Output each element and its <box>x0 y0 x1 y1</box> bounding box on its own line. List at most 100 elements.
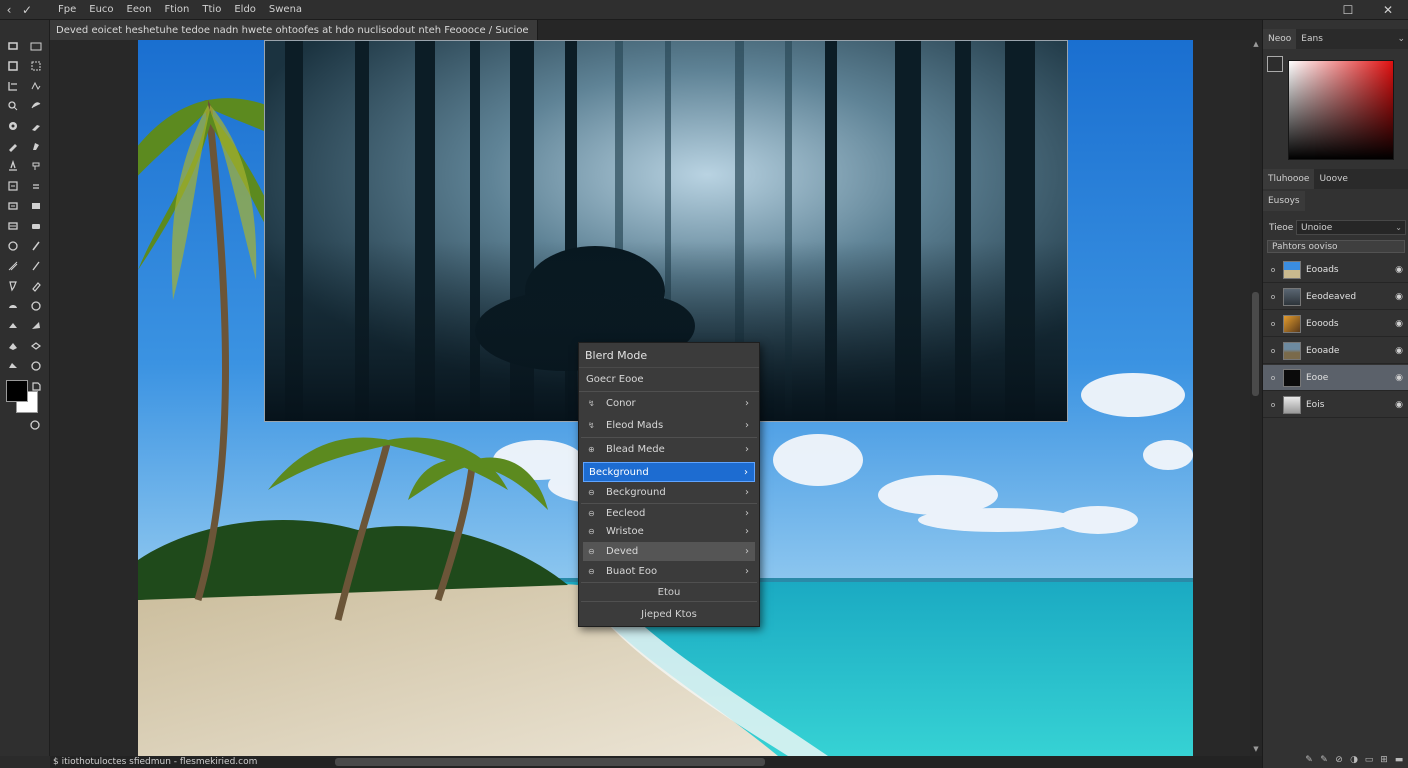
current-color-swatch[interactable] <box>1267 56 1283 72</box>
context-item-8[interactable]: ⊖ Deved › <box>583 542 755 561</box>
context-item-7[interactable]: ⊖ Wristoe › <box>583 522 755 541</box>
link-icon[interactable]: ✎ <box>1304 755 1314 765</box>
layer-visibility-dot-icon[interactable]: o <box>1266 347 1280 355</box>
eye-icon[interactable]: ◉ <box>1395 373 1403 383</box>
context-item-background-selected[interactable]: Beckground › <box>583 462 755 482</box>
context-item-2[interactable]: ↯ Eleod Mads › <box>583 416 755 435</box>
menu-item-image[interactable]: Eeon <box>127 4 152 15</box>
menu-item-filter[interactable]: Swena <box>269 4 302 15</box>
horizontal-scroll-thumb[interactable] <box>335 758 765 766</box>
back-icon[interactable]: ‹ <box>0 0 18 20</box>
blend-mode-select[interactable]: Unoioe ⌄ <box>1296 220 1406 235</box>
pen-tool-icon[interactable] <box>5 279 21 293</box>
layer-visibility-dot-icon[interactable]: o <box>1266 401 1280 409</box>
gradient-tool-icon[interactable] <box>5 219 21 233</box>
blur-tool-icon[interactable] <box>5 239 21 253</box>
document-tab[interactable]: Deved eoicet heshetuhe tedoe nadn hwete … <box>50 20 538 40</box>
eraser-tool-icon[interactable] <box>5 199 21 213</box>
eye-icon[interactable]: ◉ <box>1395 319 1403 329</box>
brush-tool-icon[interactable] <box>5 139 21 153</box>
vertical-scrollbar[interactable]: ▲ ▼ <box>1250 40 1262 756</box>
menu-item-layer[interactable]: Ftion <box>164 4 189 15</box>
menu-item-type[interactable]: Ttio <box>202 4 221 15</box>
eye-icon[interactable]: ◉ <box>1395 265 1403 275</box>
move-tool-icon[interactable] <box>5 39 21 53</box>
type-tool-icon[interactable] <box>5 299 21 313</box>
eye-icon[interactable]: ◉ <box>1395 292 1403 302</box>
eyedropper-tool-icon[interactable] <box>5 99 21 113</box>
background-eraser-tool-icon[interactable] <box>28 199 44 213</box>
tab-color[interactable]: Neoo <box>1263 29 1297 49</box>
eye-icon[interactable]: ◉ <box>1395 346 1403 356</box>
ruler-tool-icon[interactable] <box>28 99 44 113</box>
freeform-pen-tool-icon[interactable] <box>28 279 44 293</box>
pencil-tool-icon[interactable] <box>28 139 44 153</box>
lasso-tool-icon[interactable] <box>28 59 44 73</box>
layer-row[interactable]: o Eeodeaved ◉ <box>1263 284 1408 310</box>
fx-icon[interactable]: ✎ <box>1319 755 1329 765</box>
marquee-tool-icon[interactable] <box>28 39 44 53</box>
panel-menu-icon[interactable]: ⌄ <box>1397 34 1405 44</box>
layer-row[interactable]: o Eooods ◉ <box>1263 311 1408 337</box>
hand-tool-icon[interactable] <box>5 359 21 373</box>
maximize-button[interactable]: ☐ <box>1328 0 1368 20</box>
layer-filter-field[interactable]: Pahtors ooviso <box>1267 240 1405 253</box>
layer-visibility-dot-icon[interactable]: o <box>1266 266 1280 274</box>
layer-visibility-dot-icon[interactable]: o <box>1266 320 1280 328</box>
pattern-stamp-tool-icon[interactable] <box>28 159 44 173</box>
scroll-down-arrow-icon[interactable]: ▼ <box>1250 745 1262 755</box>
close-button[interactable]: ✕ <box>1368 0 1408 20</box>
layer-row-active[interactable]: o Eooe ◉ <box>1263 365 1408 391</box>
context-footer-item-2[interactable]: Jieped Ktos <box>579 605 759 623</box>
layer-row[interactable]: o Eooade ◉ <box>1263 338 1408 364</box>
foreground-color-swatch[interactable] <box>6 380 28 402</box>
history-brush-tool-icon[interactable] <box>5 179 21 193</box>
tab-properties[interactable]: Uoove <box>1314 169 1352 189</box>
burn-tool-icon[interactable] <box>28 259 44 273</box>
zoom-tool-icon[interactable] <box>28 359 44 373</box>
artboard-tool-icon[interactable] <box>5 59 21 73</box>
trash-icon[interactable]: ▬ <box>1394 755 1404 765</box>
vertical-scroll-thumb[interactable] <box>1252 292 1259 396</box>
direct-selection-tool-icon[interactable] <box>28 319 44 333</box>
path-selection-tool-icon[interactable] <box>5 319 21 333</box>
paint-bucket-tool-icon[interactable] <box>28 219 44 233</box>
layer-row[interactable]: o Eois ◉ <box>1263 392 1408 418</box>
context-item-6[interactable]: ⊖ Eecleod › <box>583 504 755 523</box>
layer-row[interactable]: o Eooads ◉ <box>1263 257 1408 283</box>
quick-mask-icon[interactable] <box>28 418 42 432</box>
folder-icon[interactable]: ▭ <box>1364 755 1374 765</box>
menu-item-edit[interactable]: Euco <box>89 4 113 15</box>
context-item-3[interactable]: ⊕ Blead Mede › <box>583 440 755 459</box>
shape-tool-icon[interactable] <box>5 339 21 353</box>
sharpen-tool-icon[interactable] <box>28 239 44 253</box>
crop-tool-icon[interactable] <box>5 79 21 93</box>
new-layer-icon[interactable]: ⊞ <box>1379 755 1389 765</box>
eye-icon[interactable]: ◉ <box>1395 400 1403 410</box>
context-item-9[interactable]: ⊖ Buaot Eoo › <box>583 562 755 581</box>
clone-stamp-tool-icon[interactable] <box>5 159 21 173</box>
context-menu-subtitle[interactable]: Goecr Eooe <box>579 368 759 392</box>
app-checkmark-icon[interactable]: ✓ <box>18 0 36 20</box>
art-history-brush-tool-icon[interactable] <box>28 179 44 193</box>
layer-visibility-dot-icon[interactable]: o <box>1266 374 1280 382</box>
tab-adjustments[interactable]: Tluhoooe <box>1263 169 1315 189</box>
menu-item-select[interactable]: Eldo <box>234 4 256 15</box>
minimize-button[interactable] <box>1288 0 1328 20</box>
tab-layers[interactable]: Eusoys <box>1263 191 1305 211</box>
tab-swatches[interactable]: Eans <box>1296 29 1328 49</box>
mask-icon[interactable]: ⊘ <box>1334 755 1344 765</box>
layer-visibility-dot-icon[interactable]: o <box>1266 293 1280 301</box>
color-picker-field[interactable] <box>1288 60 1394 160</box>
scroll-up-arrow-icon[interactable]: ▲ <box>1250 40 1262 50</box>
context-footer-item-1[interactable]: Etou <box>579 583 759 601</box>
context-item-1[interactable]: ↯ Conor › <box>583 394 755 413</box>
vertical-type-tool-icon[interactable] <box>28 299 44 313</box>
patch-tool-icon[interactable] <box>28 119 44 133</box>
dodge-tool-icon[interactable] <box>5 259 21 273</box>
menu-item-file[interactable]: Fpe <box>58 4 76 15</box>
custom-shape-tool-icon[interactable] <box>28 339 44 353</box>
context-item-5[interactable]: ⊖ Beckground › <box>583 483 755 502</box>
healing-brush-tool-icon[interactable] <box>5 119 21 133</box>
adjustment-icon[interactable]: ◑ <box>1349 755 1359 765</box>
